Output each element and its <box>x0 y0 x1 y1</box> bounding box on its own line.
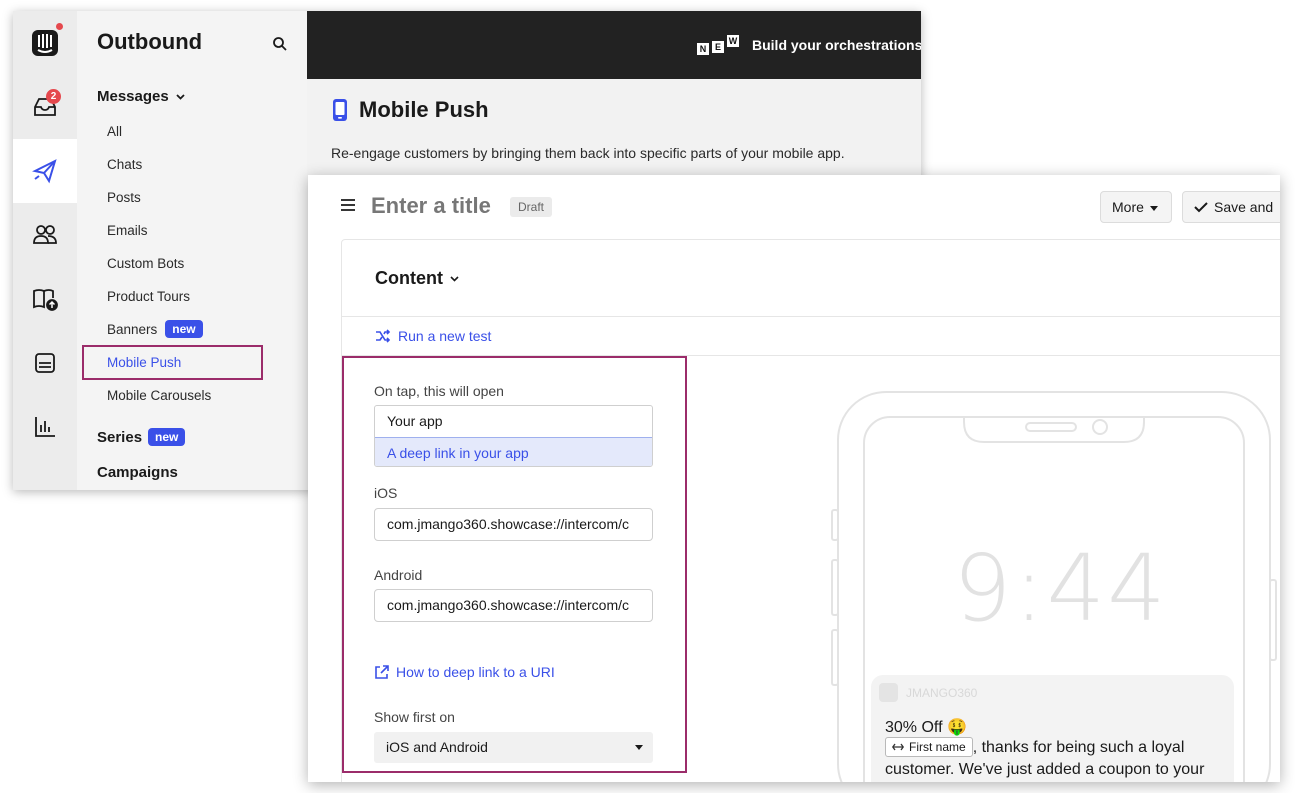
show-first-label: Show first on <box>374 709 455 725</box>
content-section-toggle[interactable]: Content <box>375 268 460 289</box>
notification-dot <box>56 23 63 30</box>
run-test-link[interactable]: Run a new test <box>375 328 491 344</box>
attribute-chip-label: First name <box>909 740 966 754</box>
content-label: Content <box>375 268 443 288</box>
ios-label: iOS <box>374 485 398 501</box>
nav-item-label: Product Tours <box>107 289 191 304</box>
nav-item-label: All <box>107 124 123 139</box>
nav-messages-label: Messages <box>97 88 169 105</box>
rail-logo[interactable] <box>13 11 77 75</box>
more-button-label: More <box>1112 199 1144 215</box>
nav-item-label: Chats <box>107 157 143 172</box>
deep-link-help-link[interactable]: How to deep link to a URI <box>374 664 555 680</box>
section-title: Outbound <box>97 29 203 54</box>
inbox-badge: 2 <box>46 89 61 104</box>
android-deep-link-input[interactable]: com.jmango360.showcase://intercom/c <box>374 589 653 622</box>
save-button-label: Save and <box>1214 199 1274 215</box>
nav-item-label: Banners <box>107 321 158 337</box>
nav-item-chats[interactable]: Chats <box>107 157 142 172</box>
lock-screen-time: 9:44 <box>953 535 1168 642</box>
rail-outbound[interactable] <box>13 139 77 203</box>
caret-down-icon <box>635 745 643 750</box>
message-editor-window: Enter a title Draft More Save and Conten… <box>308 175 1280 782</box>
phone-preview: 9:44 JMANGO360 30% Off 🤑 First name , th… <box>828 390 1278 782</box>
chevron-down-icon <box>176 94 185 100</box>
more-button[interactable]: More <box>1100 191 1172 223</box>
new-badge: new <box>148 428 186 446</box>
nav-item-custom-bots[interactable]: Custom Bots <box>107 256 184 271</box>
menu-icon[interactable] <box>341 199 355 211</box>
status-badge: Draft <box>510 197 553 217</box>
announcement-text[interactable]: Build your orchestrations <box>752 37 921 53</box>
rail-contacts[interactable] <box>13 203 77 267</box>
new-tile-letter: W <box>727 35 739 47</box>
android-label: Android <box>374 567 423 583</box>
editor-header: Enter a title Draft More Save and <box>308 175 1280 239</box>
rail-inbox[interactable]: 2 <box>13 75 77 139</box>
new-tile-letter: N <box>697 43 709 55</box>
page-title-text: Mobile Push <box>359 97 489 122</box>
chevron-down-icon <box>450 276 459 282</box>
nav-item-label: Posts <box>107 190 141 205</box>
page-description: Re-engage customers by bringing them bac… <box>331 145 845 161</box>
on-tap-selector[interactable]: Your app A deep link in your app <box>374 405 653 467</box>
nav-messages-toggle[interactable]: Messages <box>97 88 186 105</box>
icon-rail: 2 <box>13 11 77 490</box>
run-test-label: Run a new test <box>398 328 492 344</box>
app-icon <box>879 683 898 702</box>
nav-item-label: Custom Bots <box>107 256 185 271</box>
option-your-app[interactable]: Your app <box>375 406 652 437</box>
new-tile-letter: E <box>712 41 724 53</box>
nav-item-label: Emails <box>107 223 148 238</box>
nav-item-product-tours[interactable]: Product Tours <box>107 289 190 304</box>
shuffle-icon <box>376 329 391 343</box>
outbound-subnav: Outbound Messages All Chats Posts Emails… <box>77 11 307 490</box>
show-first-value: iOS and Android <box>386 739 488 755</box>
announcement-bar[interactable]: N E W Build your orchestrations <box>307 11 921 79</box>
messenger-icon <box>35 353 55 373</box>
help-link-label: How to deep link to a URI <box>396 664 555 680</box>
nav-item-banners[interactable]: Banners new <box>107 320 203 338</box>
ios-deep-link-input[interactable]: com.jmango360.showcase://intercom/c <box>374 508 653 541</box>
code-arrows-icon <box>892 743 904 751</box>
mobile-phone-icon <box>333 99 347 121</box>
book-upload-icon <box>33 289 58 311</box>
external-link-icon <box>375 664 389 679</box>
nav-item-all[interactable]: All <box>107 124 122 139</box>
new-badge: new <box>165 320 203 338</box>
rail-messenger[interactable] <box>13 331 77 395</box>
page-title: Mobile Push <box>331 97 489 123</box>
search-icon[interactable] <box>272 36 288 52</box>
title-input[interactable]: Enter a title <box>371 193 491 219</box>
notification-title: 30% Off 🤑 <box>885 719 967 736</box>
rail-articles[interactable] <box>13 267 77 331</box>
nav-campaigns-label: Campaigns <box>97 464 178 481</box>
rail-reports[interactable] <box>13 395 77 459</box>
option-deep-link[interactable]: A deep link in your app <box>375 437 652 466</box>
paper-plane-icon <box>32 159 57 184</box>
people-icon <box>33 225 57 244</box>
intercom-logo-icon <box>32 30 58 56</box>
bar-chart-icon <box>35 417 55 437</box>
checkmark-icon <box>1194 202 1208 213</box>
save-button[interactable]: Save and <box>1182 191 1280 223</box>
push-notification-preview: JMANGO360 30% Off 🤑 First name , thanks … <box>871 675 1234 782</box>
nav-item-emails[interactable]: Emails <box>107 223 148 238</box>
nav-campaigns[interactable]: Campaigns <box>97 464 178 481</box>
nav-series-label: Series <box>97 428 143 446</box>
notification-app-row: JMANGO360 <box>879 683 977 702</box>
app-name: JMANGO360 <box>906 685 978 700</box>
divider <box>342 316 1280 317</box>
show-first-select[interactable]: iOS and Android <box>374 732 653 763</box>
notification-body: First name , thanks for being such a loy… <box>885 737 1225 781</box>
nav-item-mobile-carousels[interactable]: Mobile Carousels <box>107 388 211 403</box>
on-tap-label: On tap, this will open <box>374 383 504 399</box>
nav-series[interactable]: Series new <box>97 428 186 446</box>
mobile-push-highlight <box>82 345 263 380</box>
nav-item-posts[interactable]: Posts <box>107 190 141 205</box>
attribute-chip[interactable]: First name <box>885 737 973 757</box>
new-tiles: N E W <box>697 35 745 59</box>
nav-item-label: Mobile Carousels <box>107 388 212 403</box>
caret-down-icon <box>1149 205 1158 211</box>
